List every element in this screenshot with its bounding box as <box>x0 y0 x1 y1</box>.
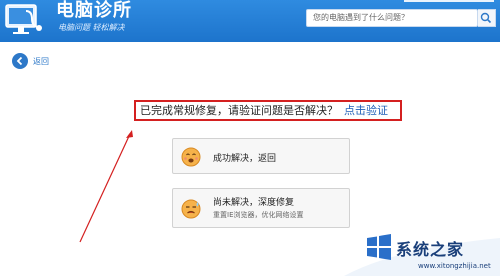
app-title: 电脑诊所 <box>56 0 132 21</box>
verify-link[interactable]: 点击验证 <box>344 104 388 117</box>
sweating-face-icon <box>181 199 201 219</box>
search-button[interactable] <box>478 9 496 27</box>
option-deep-repair-button[interactable]: 尚未解决，深度修复 重置IE浏览器，优化网络设置 <box>172 188 350 228</box>
watermark-name: 系统之家 <box>396 240 465 259</box>
option-deep-repair-label: 尚未解决，深度修复 <box>213 198 295 208</box>
repair-notice: 已完成常规修复，请验证问题是否解决？ 点击验证 <box>134 100 402 121</box>
option-deep-repair-subtitle: 重置IE浏览器，优化网络设置 <box>213 211 304 219</box>
search-input[interactable]: 您的电脑遇到了什么问题？ <box>306 9 478 27</box>
app-header: 电脑诊所 电脑问题 轻松解决 您的电脑遇到了什么问题？ <box>0 0 500 42</box>
magnifier-icon <box>480 12 492 24</box>
header-edge-decoration <box>404 0 494 2</box>
notice-text: 已完成常规修复，请验证问题是否解决？ <box>140 104 338 117</box>
option-solved-button[interactable]: 成功解决，返回 <box>172 138 350 174</box>
watermark-url: www.xitongzhijia.net <box>418 262 491 270</box>
happy-face-icon <box>181 147 201 167</box>
option-solved-label: 成功解决，返回 <box>213 154 277 164</box>
windows-logo-icon <box>367 234 391 260</box>
back-link[interactable]: 返回 <box>12 53 49 69</box>
monitor-stethoscope-icon <box>5 4 42 34</box>
arrow-left-circle-icon <box>12 53 28 69</box>
back-label: 返回 <box>33 56 49 66</box>
app-slogan: 电脑问题 轻松解决 <box>58 23 125 32</box>
